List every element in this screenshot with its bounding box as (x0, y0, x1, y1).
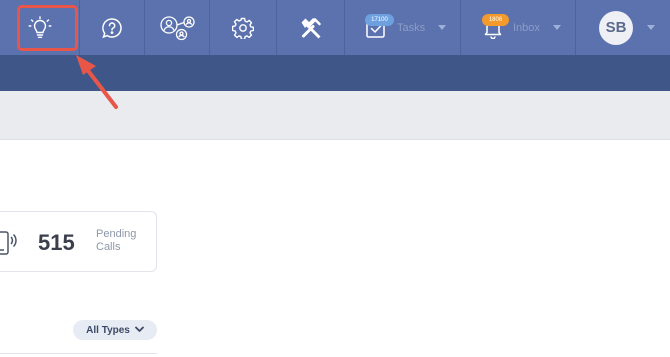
list-top-edge (0, 353, 157, 357)
type-filter-label: All Types (86, 324, 130, 336)
profile-dropdown-caret-icon[interactable] (647, 25, 655, 30)
pending-calls-card[interactable]: 515 Pending Calls (0, 211, 157, 272)
users-network-icon (158, 15, 196, 41)
tools-button[interactable] (277, 0, 345, 55)
inbox-label: Inbox (513, 21, 540, 34)
highlight-box (17, 5, 78, 51)
help-button[interactable] (80, 0, 145, 55)
phone-icon (0, 228, 17, 263)
top-navigation-bar: Tasks 17100 Inbox 1806 SB (0, 0, 670, 55)
tasks-label: Tasks (397, 21, 426, 34)
gear-icon (232, 17, 254, 39)
users-button[interactable] (145, 0, 210, 55)
avatar[interactable]: SB (599, 10, 633, 45)
pending-calls-label: Pending Calls (96, 228, 137, 253)
type-filter-dropdown[interactable]: All Types (73, 320, 157, 340)
tasks-dropdown-caret-icon[interactable] (438, 25, 446, 30)
tools-icon (299, 16, 323, 40)
tasks-count-badge: 17100 (365, 14, 394, 26)
inbox-dropdown-caret-icon[interactable] (553, 25, 561, 30)
tasks-menu[interactable]: Tasks 17100 (345, 0, 461, 55)
page-header-strip (0, 91, 670, 140)
inbox-count-badge: 1806 (482, 14, 509, 26)
page: Tasks 17100 Inbox 1806 SB 515 Pending Ca… (0, 0, 670, 357)
secondary-nav-bar (0, 55, 670, 91)
profile-menu[interactable]: SB (576, 0, 670, 55)
question-bubble-icon (101, 17, 123, 39)
pending-calls-count: 515 (38, 230, 75, 255)
settings-button[interactable] (210, 0, 277, 55)
chevron-down-icon (130, 325, 144, 336)
inbox-menu[interactable]: Inbox 1806 (461, 0, 576, 55)
